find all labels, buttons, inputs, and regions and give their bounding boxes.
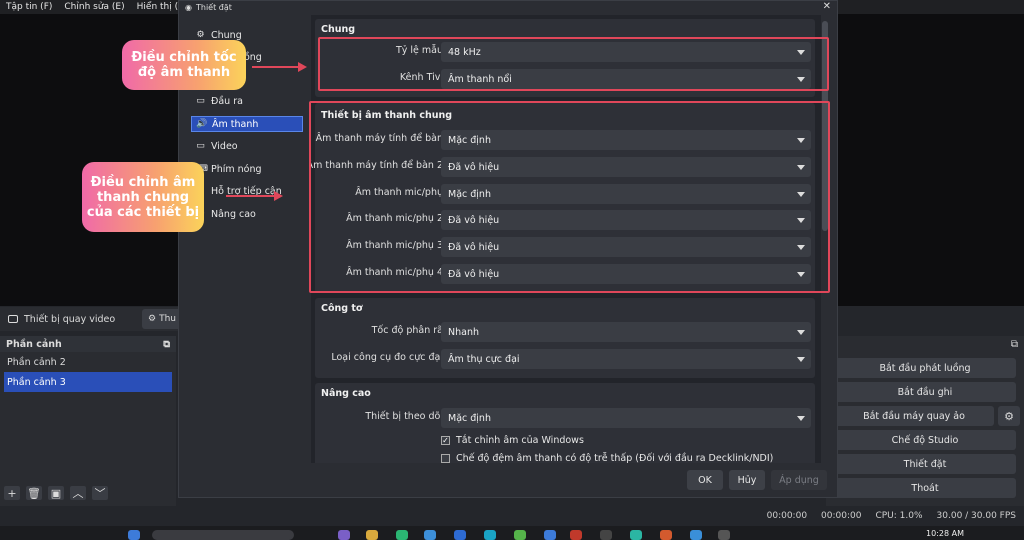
app-icon[interactable] [514,530,526,540]
source-name: Thiết bị quay video [24,313,116,325]
nav-item-advanced[interactable]: ⚒Nâng cao [191,206,303,222]
chevron-down-icon [797,416,805,421]
windows-start-icon[interactable] [128,530,140,540]
undock-icon[interactable]: ⧉ [1011,339,1018,350]
group-title: Chung [321,24,356,35]
cpu-usage: CPU: 1.0% [875,511,923,521]
app-icon[interactable] [630,530,642,540]
apply-button[interactable]: Áp dụng [771,470,827,490]
gear-icon: ⚙ [148,314,157,324]
fps-readout: 30.00 / 30.00 FPS [936,511,1016,521]
clock: 10:28 AM [926,529,964,538]
app-icon[interactable] [484,530,496,540]
folder-icon[interactable] [366,530,378,540]
annotation-bubble-speed: Điều chỉnh tốc độ âm thanh [122,40,246,90]
cancel-button[interactable]: Hủy [729,470,765,490]
nav-item-audio[interactable]: 🔊 Âm thanh [191,116,303,132]
add-icon[interactable]: + [4,486,20,500]
group-title: Nâng cao [321,388,371,399]
scene-toolbar: + 🗑 ▣ ︿ ﹀ [4,486,108,500]
app-icon[interactable] [570,530,582,540]
chevron-up-icon[interactable]: ︿ [70,486,86,500]
nav-item-hotkeys[interactable]: ⌨Phím nóng [191,161,303,177]
close-icon[interactable]: ✕ [823,1,831,12]
obs-icon[interactable] [718,530,730,540]
monitoring-device-label: Thiết bị theo dõi [365,411,443,422]
menu-edit[interactable]: Chỉnh sửa (E) [64,2,124,12]
arrow-right-icon [298,62,307,72]
chevron-down-icon [797,357,805,362]
check-icon[interactable]: ✓ [441,436,450,445]
dialog-title: Thiết đặt [195,2,232,12]
scene-item[interactable]: Phần cảnh 2 [0,352,176,372]
dialog-titlebar: ◉ Thiết đặt [179,1,837,13]
gear-icon: ⚙ [196,30,205,40]
status-bar: 00:00:00 00:00:00 CPU: 1.0% 30.00 / 30.0… [0,506,1024,526]
arrow-right-icon [274,191,283,201]
checkbox-empty[interactable] [441,454,450,463]
group-advanced: Nâng cao Thiết bị theo dõi Mặc định ✓ Tắt… [315,383,815,463]
chevron-down-icon [797,330,805,335]
disable-ducking-checkbox[interactable]: ✓ Tắt chỉnh âm của Windows [441,435,584,446]
speaker-icon: 🔊 [196,119,208,129]
start-virtual-camera-button[interactable]: Bắt đầu máy quay ảo [834,406,994,426]
arrow-line [226,195,276,197]
app-icon[interactable] [544,530,556,540]
start-recording-button[interactable]: Bắt đầu ghi [834,382,1016,402]
obs-icon: ◉ [185,2,192,12]
low-latency-checkbox[interactable]: Chế độ đệm âm thanh có độ trễ thấp (Đối … [441,453,773,463]
peak-meter-select[interactable]: Âm thụ cực đại [441,349,811,369]
screen: Tập tin (F) Chỉnh sửa (E) Hiển thị (V) T… [0,0,1024,540]
highlight-box-general [318,37,829,91]
output-icon: ▭ [196,96,205,106]
peak-meter-label: Loại công cụ đo cực đại [331,352,443,363]
annotation-bubble-devices: Điều chỉnh âm thanh chung của các thiết … [82,162,204,232]
decay-rate-select[interactable]: Nhanh [441,322,811,342]
highlight-box-devices [309,101,830,293]
ok-button[interactable]: OK [687,470,723,490]
settings-button[interactable]: Thiết đặt [834,454,1016,474]
undock-icon[interactable]: ⧉ [163,339,170,350]
stream-time: 00:00:00 [766,511,808,521]
camera-icon [8,315,18,323]
app-icon[interactable] [454,530,466,540]
scenes-header: Phần cảnh ⧉ [0,336,176,352]
filter-icon[interactable]: ▣ [48,486,64,500]
scenes-title: Phần cảnh [6,338,62,350]
scenes-panel: Phần cảnh ⧉ Phần cảnh 2 Phần cảnh 3 + 🗑 … [0,336,176,506]
arrow-line [252,66,300,68]
nav-item-video[interactable]: ▭ Video [191,138,303,154]
exit-button[interactable]: Thoát [834,478,1016,498]
trash-icon[interactable]: 🗑 [26,486,42,500]
app-icon[interactable] [338,530,350,540]
taskbar-search[interactable] [152,530,294,540]
menu-file[interactable]: Tập tin (F) [6,2,52,12]
controls-panel: n ⧉ Bắt đầu phát luồng Bắt đầu ghi Bắt đ… [826,336,1024,506]
app-icon[interactable] [396,530,408,540]
decay-rate-label: Tốc độ phân rã [371,325,443,336]
group-title: Công tơ [321,303,363,314]
app-icon[interactable] [600,530,612,540]
monitoring-device-select[interactable]: Mặc định [441,408,811,428]
chevron-down-icon[interactable]: ﹀ [92,486,108,500]
nav-item-output[interactable]: ▭ Đầu ra [191,93,303,109]
record-time: 00:00:00 [821,511,862,521]
monitor-icon: ▭ [196,141,205,151]
app-icon[interactable] [690,530,702,540]
gear-icon[interactable]: ⚙ [998,406,1020,426]
app-icon[interactable] [424,530,436,540]
group-meters: Công tơ Tốc độ phân rã Nhanh Loại công c… [315,298,815,378]
app-icon[interactable] [660,530,672,540]
scene-item-active[interactable]: Phần cảnh 3 [4,372,172,392]
studio-mode-button[interactable]: Chế độ Studio [834,430,1016,450]
controls-header: n ⧉ [826,336,1024,352]
start-streaming-button[interactable]: Bắt đầu phát luồng [834,358,1016,378]
